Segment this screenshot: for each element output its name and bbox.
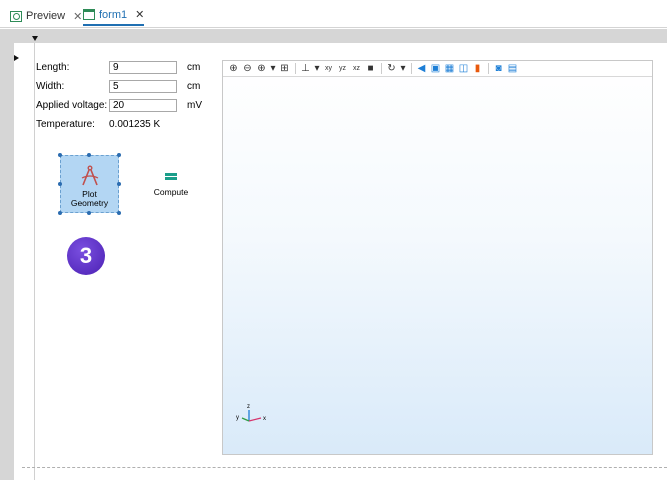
- close-icon[interactable]: ✕: [73, 10, 82, 23]
- voltage-unit: mV: [187, 100, 202, 111]
- light-icon[interactable]: ◀: [416, 63, 427, 74]
- axis-z-label: z: [247, 404, 250, 410]
- ruler-top: [0, 29, 667, 43]
- zoom-extents-icon[interactable]: ⊞: [279, 63, 290, 74]
- tab-preview[interactable]: Preview ✕: [10, 6, 82, 26]
- tab-form1[interactable]: form1 ✕: [83, 6, 145, 26]
- form-icon: [83, 9, 95, 20]
- tab-form1-label: form1: [99, 8, 128, 21]
- dropdown-icon[interactable]: ▾: [314, 63, 320, 74]
- form-boundary-line: [22, 467, 667, 468]
- grid-icon[interactable]: ▦: [444, 63, 455, 74]
- dropdown-icon[interactable]: ▾: [270, 63, 276, 74]
- zoom-box-icon[interactable]: ⊕: [256, 63, 267, 74]
- rotate-icon[interactable]: ↻: [386, 63, 397, 74]
- compass-icon: [81, 165, 98, 186]
- color-legend-icon[interactable]: ▮: [472, 63, 483, 74]
- camera-view-icon[interactable]: ■: [365, 63, 376, 74]
- voltage-label: Applied voltage:: [36, 100, 108, 111]
- voltage-input[interactable]: [109, 99, 177, 112]
- compute-button[interactable]: Compute: [146, 172, 196, 197]
- view-yz-icon[interactable]: yz: [337, 63, 348, 74]
- resize-handle[interactable]: [117, 182, 121, 186]
- tab-preview-label: Preview: [26, 10, 66, 22]
- dropdown-icon[interactable]: ▾: [400, 63, 406, 74]
- resize-handle[interactable]: [117, 153, 121, 157]
- zoom-in-icon[interactable]: ⊕: [228, 63, 239, 74]
- tab-bar: Preview ✕ form1 ✕: [0, 0, 667, 28]
- plot-geometry-label-2: Geometry: [70, 198, 109, 208]
- length-input[interactable]: [109, 61, 177, 74]
- width-label: Width:: [36, 81, 65, 92]
- view-axes-icon[interactable]: ⊥: [300, 63, 311, 74]
- preview-icon: [10, 10, 22, 22]
- temperature-value: 0.001235 K: [109, 119, 161, 130]
- resize-handle[interactable]: [87, 211, 91, 215]
- temperature-label: Temperature:: [36, 119, 95, 130]
- grid-guide-line: [34, 43, 35, 480]
- compute-label: Compute: [153, 187, 189, 197]
- plot-geometry-button[interactable]: Plot Geometry: [60, 155, 119, 213]
- wireframe-icon[interactable]: ◫: [458, 63, 469, 74]
- column-marker-icon[interactable]: [32, 36, 38, 41]
- axis-x-label: x: [263, 416, 266, 422]
- width-input[interactable]: [109, 80, 177, 93]
- view-xz-icon[interactable]: xz: [351, 63, 362, 74]
- close-icon[interactable]: ✕: [135, 8, 144, 21]
- width-unit: cm: [187, 81, 201, 92]
- resize-handle[interactable]: [117, 211, 121, 215]
- ruler-left: [0, 29, 14, 480]
- screenshot-icon[interactable]: ◙: [493, 63, 504, 74]
- resize-handle[interactable]: [87, 153, 91, 157]
- row-marker-icon[interactable]: [14, 55, 19, 61]
- transparency-icon[interactable]: ▣: [430, 63, 441, 74]
- print-icon[interactable]: ▤: [507, 63, 518, 74]
- resize-handle[interactable]: [58, 182, 62, 186]
- resize-handle[interactable]: [58, 211, 62, 215]
- axis-y-label: y: [236, 415, 239, 421]
- length-label: Length:: [36, 62, 70, 73]
- zoom-out-icon[interactable]: ⊖: [242, 63, 253, 74]
- equals-icon: [165, 172, 177, 181]
- view-xy-icon[interactable]: xy: [323, 63, 334, 74]
- step-badge: 3: [67, 237, 105, 275]
- resize-handle[interactable]: [58, 153, 62, 157]
- axes-triad: z y x: [236, 404, 266, 422]
- graphics-window[interactable]: ⊕ ⊖ ⊕ ▾ ⊞ ⊥ ▾ xy yz xz ■ ↻ ▾ ◀ ▣ ▦ ◫ ▮ ◙…: [222, 60, 653, 455]
- graphics-toolbar: ⊕ ⊖ ⊕ ▾ ⊞ ⊥ ▾ xy yz xz ■ ↻ ▾ ◀ ▣ ▦ ◫ ▮ ◙…: [223, 61, 652, 77]
- length-unit: cm: [187, 62, 201, 73]
